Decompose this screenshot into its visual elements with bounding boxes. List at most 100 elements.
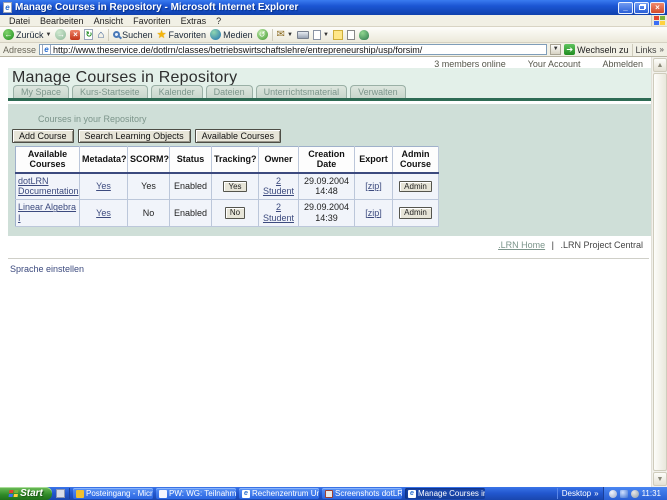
col-export: Export	[355, 147, 393, 173]
ie-icon: e	[408, 490, 416, 498]
menu-datei[interactable]: Datei	[4, 16, 35, 26]
media-label: Medien	[223, 30, 253, 40]
refresh-button[interactable]: ↻	[84, 29, 93, 40]
tray-icon-2[interactable]	[620, 490, 628, 498]
window-title: Manage Courses in Repository - Microsoft…	[15, 2, 618, 13]
quick-launch-icon[interactable]	[56, 489, 65, 498]
search-button[interactable]: Suchen	[113, 30, 153, 40]
tab-unterrichtsmaterial[interactable]: Unterrichtsmaterial	[256, 85, 348, 98]
taskbar-item-manage-courses[interactable]: e Manage Courses in R...	[405, 488, 485, 499]
tracking-button[interactable]: Yes	[223, 181, 246, 193]
metadata-link[interactable]: Yes	[96, 208, 111, 218]
metadata-link[interactable]: Yes	[96, 181, 111, 191]
back-button[interactable]: ← Zurück ▼	[3, 29, 51, 40]
menu-hilfe[interactable]: ?	[211, 16, 226, 26]
window-titlebar[interactable]: e Manage Courses in Repository - Microso…	[0, 0, 667, 15]
flag-yellow	[14, 494, 18, 497]
tray-icon-3[interactable]	[631, 490, 639, 498]
refresh-icon: ↻	[84, 29, 93, 40]
links-toolbar-label[interactable]: Links	[636, 45, 657, 55]
tab-my-space[interactable]: My Space	[13, 85, 69, 98]
menu-ansicht[interactable]: Ansicht	[89, 16, 129, 26]
available-courses-button[interactable]: Available Courses	[195, 129, 281, 143]
edit-dropdown-icon[interactable]: ▼	[323, 32, 329, 38]
admin-button[interactable]: Admin	[399, 207, 432, 219]
taskbar-item-mail-message[interactable]: PW: WG: Teilnahme v...	[156, 488, 236, 499]
page-header-band: Manage Courses in Repository My Space Ku…	[8, 68, 651, 101]
tab-verwalten[interactable]: Verwalten	[350, 85, 406, 98]
mail-button[interactable]: ✉▼	[277, 29, 293, 40]
lrn-project-central-link[interactable]: .LRN Project Central	[560, 240, 643, 250]
go-button[interactable]: ➔ Wechseln zu	[564, 44, 628, 55]
search-label: Suchen	[122, 30, 153, 40]
tab-kalender[interactable]: Kalender	[151, 85, 203, 98]
mail-icon: ✉	[277, 29, 285, 40]
tab-kurs-startseite[interactable]: Kurs-Startseite	[72, 85, 148, 98]
task-label: Rechenzentrum Uni K...	[252, 489, 319, 498]
research-button[interactable]	[347, 30, 355, 40]
status-value: Enabled	[170, 173, 212, 200]
course-link[interactable]: Linear Algebra I	[18, 202, 76, 223]
close-button[interactable]: ×	[650, 2, 665, 14]
task-label: Screenshots dotLRN...	[335, 489, 402, 498]
taskbar-item-rechenzentrum[interactable]: e Rechenzentrum Uni K...	[239, 488, 319, 499]
tracking-button[interactable]: No	[225, 207, 245, 219]
admin-button[interactable]: Admin	[399, 181, 432, 193]
menu-extras[interactable]: Extras	[176, 16, 212, 26]
course-link[interactable]: dotLRN Documentation	[18, 176, 79, 197]
links-chevron-icon[interactable]: »	[660, 45, 664, 54]
tab-dateien[interactable]: Dateien	[206, 85, 253, 98]
col-admin-course: Admin Course	[393, 147, 439, 173]
messenger-button[interactable]	[359, 30, 369, 40]
address-dropdown-button[interactable]: ▼	[550, 44, 561, 55]
table-row: dotLRN Documentation Yes Yes Enabled Yes…	[16, 173, 439, 200]
menu-favoriten[interactable]: Favoriten	[128, 16, 176, 26]
tray-icon-1[interactable]	[609, 490, 617, 498]
edit-button[interactable]: ▼	[313, 30, 329, 40]
forward-button[interactable]: →	[55, 29, 66, 40]
toolbar-separator-2	[272, 29, 273, 41]
owner-link[interactable]: 2 Student	[263, 202, 294, 223]
print-button[interactable]	[297, 31, 309, 39]
standard-toolbar: ← Zurück ▼ → × ↻ ⌂ Suchen ★ Favoriten Me…	[0, 27, 667, 43]
forward-icon: →	[55, 29, 66, 40]
zip-export-link[interactable]: [zip]	[365, 208, 382, 218]
zip-export-link[interactable]: [zip]	[365, 181, 382, 191]
restore-button[interactable]	[634, 2, 649, 14]
scroll-up-button[interactable]: ▲	[653, 58, 667, 72]
restore-icon	[639, 5, 645, 10]
add-course-button[interactable]: Add Course	[12, 129, 74, 143]
minimize-button[interactable]: _	[618, 2, 633, 14]
language-settings-link[interactable]: Sprache einstellen	[10, 264, 84, 274]
taskbar-item-posteingang[interactable]: Posteingang - Micros...	[73, 488, 153, 499]
owner-link[interactable]: 2 Student	[263, 176, 294, 197]
address-input[interactable]: e http://www.theservice.de/dotlrn/classe…	[39, 44, 547, 55]
start-button[interactable]: Start	[0, 487, 52, 500]
system-tray: 11:31	[603, 487, 667, 500]
scrollbar-thumb[interactable]	[653, 73, 667, 471]
mail-dropdown-icon[interactable]: ▼	[287, 32, 293, 38]
discuss-button[interactable]	[333, 30, 343, 40]
favorites-button[interactable]: ★ Favoriten	[157, 28, 206, 41]
menu-bearbeiten[interactable]: Bearbeiten	[35, 16, 89, 26]
research-icon	[347, 30, 355, 40]
back-dropdown-icon[interactable]: ▼	[46, 32, 52, 38]
media-button[interactable]: Medien	[210, 29, 253, 40]
taskbar-clock[interactable]: 11:31	[642, 489, 661, 498]
lrn-home-link[interactable]: .LRN Home	[498, 240, 545, 250]
go-label: Wechseln zu	[577, 45, 628, 55]
footer-links: .LRN Home | .LRN Project Central	[498, 240, 643, 250]
stop-button[interactable]: ×	[70, 30, 80, 40]
desktop-label: Desktop	[562, 489, 591, 498]
search-learning-objects-button[interactable]: Search Learning Objects	[78, 129, 191, 143]
home-button[interactable]: ⌂	[97, 29, 104, 41]
desktop-chevron-icon[interactable]: »	[594, 489, 598, 498]
desktop-toolbar[interactable]: Desktop »	[557, 488, 603, 499]
start-label: Start	[20, 488, 43, 499]
url-text: http://www.theservice.de/dotlrn/classes/…	[53, 45, 422, 55]
flag-green	[660, 16, 665, 20]
history-button[interactable]: ↺	[257, 29, 268, 40]
taskbar-item-screenshots[interactable]: Screenshots dotLRN...	[322, 488, 402, 499]
task-label: Posteingang - Micros...	[86, 489, 153, 498]
scroll-down-button[interactable]: ▼	[653, 472, 667, 486]
